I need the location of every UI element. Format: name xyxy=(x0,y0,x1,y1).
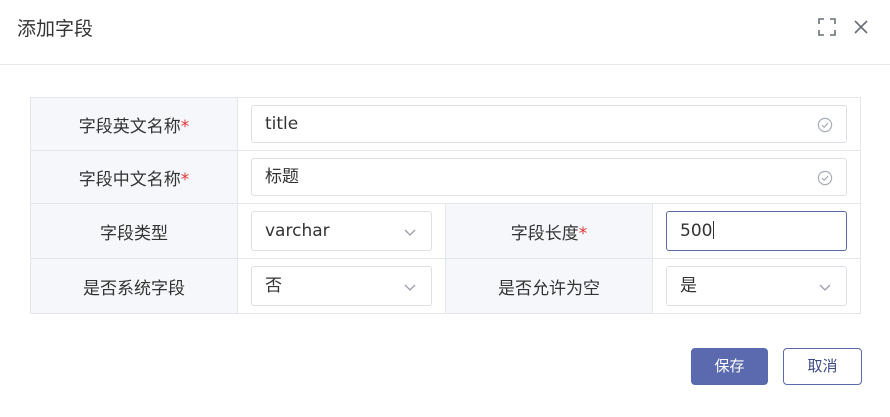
dialog-header: 添加字段 xyxy=(0,0,890,65)
chevron-down-icon xyxy=(404,229,416,236)
maximize-icon[interactable] xyxy=(815,15,839,39)
allow-null-select[interactable]: 是 xyxy=(666,266,847,306)
check-circle-icon xyxy=(817,117,833,133)
chinese-name-input[interactable]: 标题 xyxy=(251,158,847,196)
field-type-select[interactable]: varchar xyxy=(251,211,432,251)
allow-null-label: 是否允许为空 xyxy=(445,258,653,314)
required-mark: * xyxy=(180,116,190,137)
text-cursor xyxy=(713,221,715,239)
required-mark: * xyxy=(578,223,588,244)
field-length-input[interactable]: 500 xyxy=(666,211,847,251)
close-icon[interactable] xyxy=(849,15,873,39)
save-button[interactable]: 保存 xyxy=(691,348,768,385)
required-mark: * xyxy=(180,169,190,190)
field-form-table: 字段英文名称* title 字段中文名称* 标题 字段类型 varchar 字段… xyxy=(30,97,861,314)
field-length-label: 字段长度* xyxy=(445,203,653,259)
chinese-name-label: 字段中文名称* xyxy=(30,150,238,204)
chevron-down-icon xyxy=(819,284,831,291)
english-name-input[interactable]: title xyxy=(251,105,847,143)
check-circle-icon xyxy=(817,170,833,186)
dialog-title: 添加字段 xyxy=(17,18,94,40)
chevron-down-icon xyxy=(404,284,416,291)
field-type-label: 字段类型 xyxy=(30,203,238,259)
cancel-button[interactable]: 取消 xyxy=(783,348,862,385)
is-system-field-select[interactable]: 否 xyxy=(251,266,432,306)
is-system-field-label: 是否系统字段 xyxy=(30,258,238,314)
english-name-label: 字段英文名称* xyxy=(30,97,238,151)
